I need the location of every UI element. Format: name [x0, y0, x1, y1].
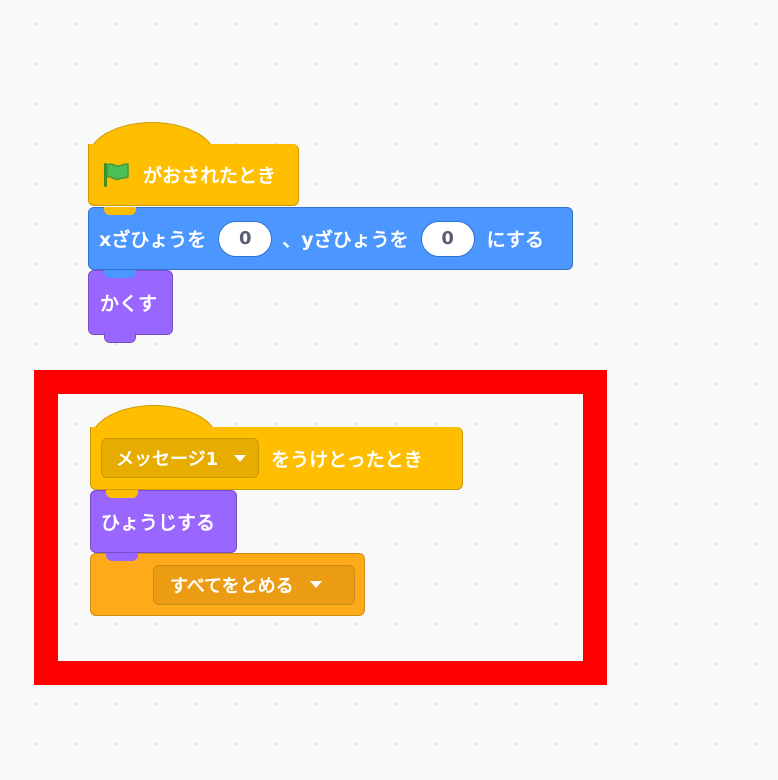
chevron-down-icon: [234, 454, 247, 462]
y-value-input[interactable]: 0: [420, 220, 475, 257]
x-value-input[interactable]: 0: [218, 220, 273, 257]
stop-all-notch: [106, 553, 138, 561]
chevron-down-icon: [309, 581, 322, 588]
stop-option-value: すべてをとめる: [170, 575, 294, 597]
go-to-xy-notch: [104, 207, 136, 215]
go-to-y-label: 、yざひょうを: [282, 229, 409, 251]
when-i-receive-label: をうけとったとき: [271, 448, 423, 471]
hide-block[interactable]: かくす: [88, 270, 173, 335]
hide-label: かくす: [100, 293, 158, 315]
hide-bottom-tab: [104, 333, 136, 343]
stop-all-block[interactable]: すべてをとめる: [90, 553, 365, 616]
when-flag-clicked-block[interactable]: がおされたとき: [88, 144, 299, 206]
stop-option-dropdown[interactable]: すべてをとめる: [153, 564, 355, 605]
show-block[interactable]: ひょうじする: [90, 490, 237, 553]
go-to-xy-block[interactable]: xざひょうを 0 、yざひょうを 0 にする: [88, 207, 573, 270]
show-notch: [106, 490, 138, 498]
when-i-receive-block[interactable]: メッセージ1 をうけとったとき: [90, 427, 463, 490]
green-flag-icon: [101, 161, 131, 189]
hide-notch: [104, 270, 136, 278]
go-to-x-label: xざひょうを: [99, 229, 207, 251]
message-dropdown[interactable]: メッセージ1: [101, 438, 260, 478]
message-dropdown-value: メッセージ1: [116, 449, 219, 470]
go-to-end-label: にする: [486, 229, 544, 251]
show-label: ひょうじする: [101, 512, 216, 534]
when-flag-clicked-label: がおされたとき: [143, 165, 277, 187]
